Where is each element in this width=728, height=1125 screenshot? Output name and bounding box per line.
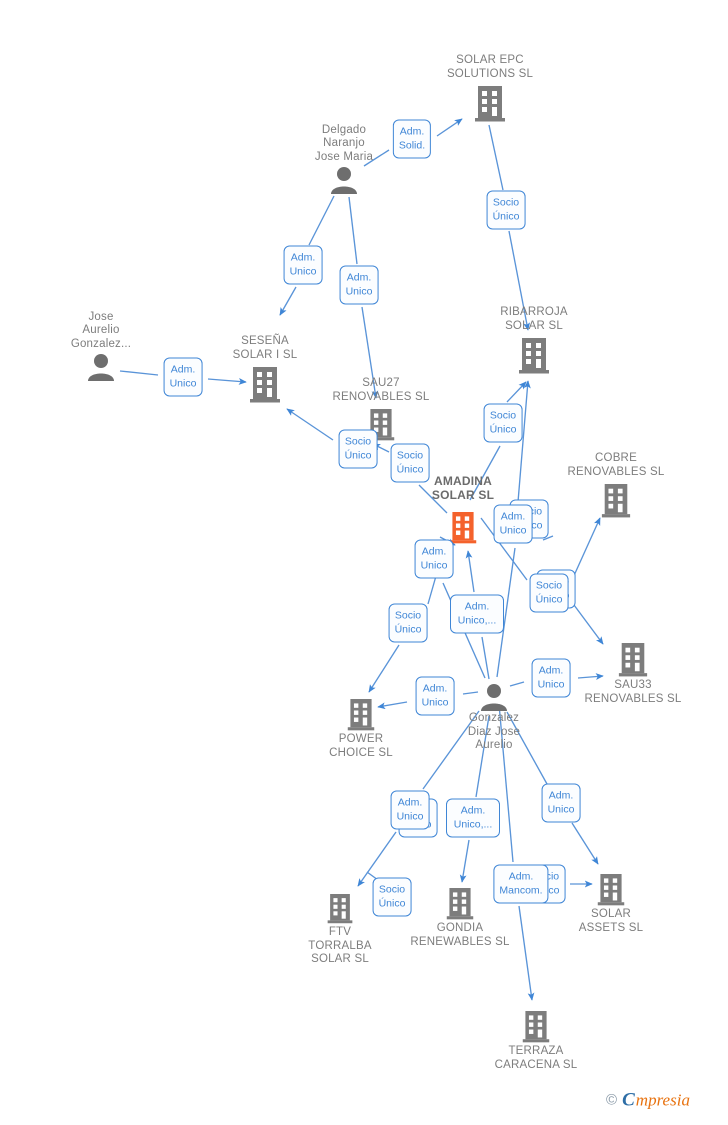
brand-name: mpresia: [635, 1090, 690, 1110]
node-terraza-caracena[interactable]: TERRAZA CARACENA SL: [495, 1009, 577, 1071]
node-label: SOLAR ASSETS SL: [578, 908, 644, 934]
empresia-watermark: © C mpresia: [606, 1091, 690, 1110]
relation-label-adm-mancom[interactable]: Adm. Mancom.: [493, 864, 549, 904]
relation-label-socio-unico[interactable]: Socio Único: [388, 603, 428, 643]
node-power-choice[interactable]: POWER CHOICE SL: [329, 697, 393, 759]
relation-label-socio-unico[interactable]: Socio Único: [338, 429, 378, 469]
node-label: SAU33 RENOVABLES SL: [584, 679, 682, 705]
node-jose-aurelio-gonzalez[interactable]: Jose Aurelio Gonzalez...: [71, 311, 131, 381]
person-icon: [88, 354, 114, 381]
node-label: COBRE RENOVABLES SL: [567, 452, 665, 478]
person-icon: [331, 167, 357, 194]
node-label: SOLAR EPC SOLUTIONS SL: [446, 54, 534, 80]
building-icon: [597, 874, 625, 906]
node-label: Gonzalez Diaz Jose Aurelio: [467, 712, 521, 751]
relation-label-adm-unico[interactable]: Adm. Unico: [163, 357, 203, 397]
relation-label-adm-unico[interactable]: Adm. Unico: [414, 539, 454, 579]
relation-label-socio-unico[interactable]: Socio Único: [372, 877, 412, 917]
building-icon: [618, 643, 648, 677]
node-label: SESEÑA SOLAR I SL: [232, 335, 298, 361]
relation-label-socio-unico[interactable]: Socio Único: [529, 573, 569, 613]
building-icon: [475, 86, 505, 122]
network-diagram-canvas: SOLAR EPC SOLUTIONS SL Delgado Naranjo Jose…: [0, 0, 728, 1125]
node-ftv-torralba-solar[interactable]: FTV TORRALBA SOLAR SL: [308, 892, 371, 965]
relation-label-adm-unico-multiple[interactable]: Adm. Unico,...: [446, 798, 500, 838]
node-label: SAU27 RENOVABLES SL: [332, 377, 430, 403]
building-icon: [522, 1011, 550, 1043]
building-icon: [327, 894, 353, 924]
node-gonzalez-diaz-jose-aurelio[interactable]: Gonzalez Diaz Jose Aurelio: [468, 683, 520, 751]
node-solar-assets[interactable]: SOLAR ASSETS SL: [579, 872, 643, 934]
node-label: Jose Aurelio Gonzalez...: [70, 310, 132, 350]
node-cobre-renovables[interactable]: COBRE RENOVABLES SL: [568, 452, 664, 518]
node-solar-epc-solutions[interactable]: SOLAR EPC SOLUTIONS SL: [447, 54, 533, 122]
relation-label-adm-unico[interactable]: Adm. Unico: [339, 265, 379, 305]
node-sesena-solar-i[interactable]: SESEÑA SOLAR I SL: [233, 335, 297, 403]
node-label: RIBARROJA SOLAR SL: [500, 306, 568, 332]
relation-label-socio-unico[interactable]: Socio Único: [483, 403, 523, 443]
node-gondia-renewables[interactable]: GONDIA RENEWABLES SL: [410, 886, 509, 948]
relation-label-adm-unico[interactable]: Adm. Unico: [283, 245, 323, 285]
relation-label-adm-unico-multiple[interactable]: Adm. Unico,...: [450, 594, 504, 634]
building-icon: [519, 338, 549, 374]
relation-label-socio-unico[interactable]: Socio Único: [486, 190, 526, 230]
relation-label-adm-solid[interactable]: Adm. Solid.: [392, 119, 432, 159]
relation-label-adm-unico[interactable]: Adm. Unico: [493, 504, 533, 544]
node-label: FTV TORRALBA SOLAR SL: [308, 926, 372, 965]
node-label: Delgado Naranjo Jose Maria: [314, 123, 374, 163]
node-delgado-naranjo-jose-maria[interactable]: Delgado Naranjo Jose Maria: [315, 124, 373, 194]
relation-label-adm-unico[interactable]: Adm. Unico: [541, 783, 581, 823]
building-icon-highlighted: [449, 512, 477, 544]
node-amadina-solar-focus[interactable]: AMADINA SOLAR SL: [432, 474, 494, 544]
copyright-icon: ©: [606, 1091, 618, 1109]
node-label: GONDIA RENEWABLES SL: [410, 922, 510, 948]
node-label: TERRAZA CARACENA SL: [494, 1045, 578, 1071]
relation-label-socio-unico[interactable]: Socio Único: [390, 443, 430, 483]
relation-label-adm-unico[interactable]: Adm. Unico: [531, 658, 571, 698]
node-label: POWER CHOICE SL: [329, 733, 393, 759]
relation-label-adm-unico[interactable]: Adm. Unico: [415, 676, 455, 716]
brand-initial: C: [622, 1089, 635, 1111]
building-icon: [347, 699, 375, 731]
relation-label-adm-unico[interactable]: Adm. Unico: [390, 790, 430, 830]
building-icon: [250, 367, 280, 403]
building-icon: [601, 484, 631, 518]
building-icon: [446, 888, 474, 920]
node-ribarroja-solar[interactable]: RIBARROJA SOLAR SL: [500, 306, 568, 374]
person-icon: [481, 684, 507, 711]
node-label: AMADINA SOLAR SL: [431, 474, 495, 502]
node-sau33-renovables[interactable]: SAU33 RENOVABLES SL: [585, 641, 681, 705]
